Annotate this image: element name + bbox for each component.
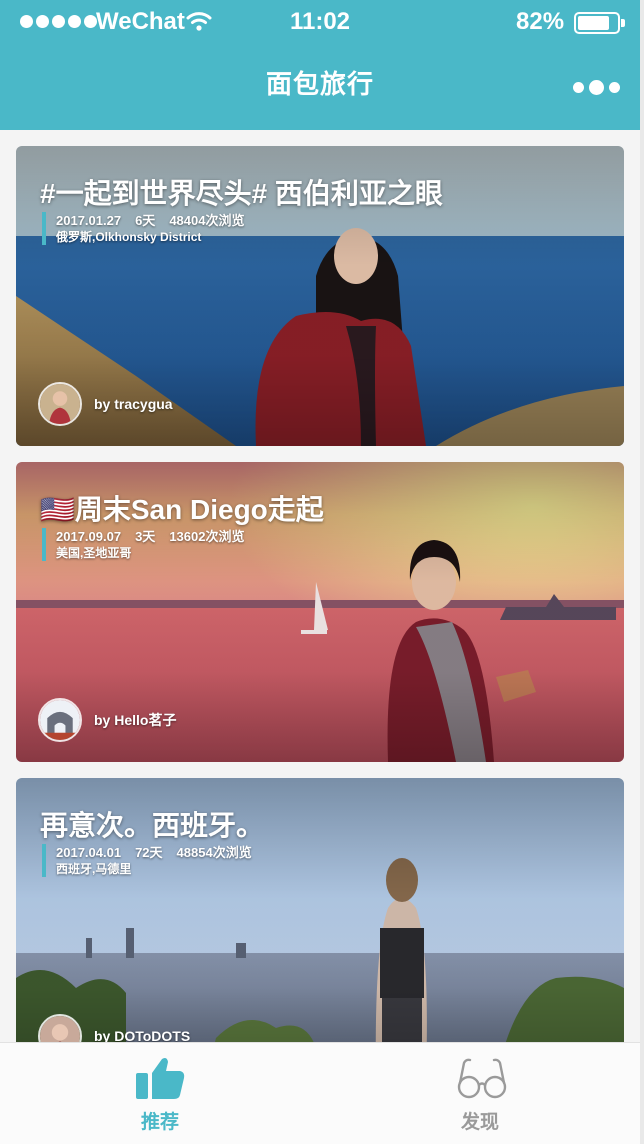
trip-days: 3天 bbox=[135, 529, 156, 544]
tab-label: 发现 bbox=[460, 1112, 499, 1133]
trip-views: 13602次浏览 bbox=[169, 529, 245, 544]
trip-title: 🇺🇸周末San Diego走起 bbox=[40, 494, 324, 525]
avatar bbox=[38, 1014, 82, 1042]
tab-bar: 推荐 发现 bbox=[0, 1042, 640, 1144]
trip-meta: 2017.04.01 72天 48854次浏览 西班牙,马德里 bbox=[42, 844, 266, 877]
tab-discover[interactable]: 发现 bbox=[320, 1043, 640, 1143]
avatar bbox=[38, 382, 82, 426]
trip-views: 48404次浏览 bbox=[169, 213, 245, 228]
battery-icon bbox=[574, 12, 625, 34]
trip-location: 西班牙,马德里 bbox=[56, 862, 132, 876]
author-name: by Hello茗子 bbox=[94, 712, 177, 728]
avatar bbox=[38, 698, 82, 742]
top-bar: WeChat 11:02 82% 面包旅行 bbox=[0, 0, 640, 130]
trip-meta: 2017.01.27 6天 48404次浏览 俄罗斯,Olkhonsky Distr… bbox=[42, 212, 258, 245]
author-name: by DOToDOTS bbox=[94, 1028, 191, 1042]
glasses-icon bbox=[457, 1058, 507, 1099]
more-dots-icon bbox=[572, 81, 584, 93]
trip-author[interactable]: by DOToDOTS bbox=[38, 1014, 190, 1042]
trip-location: 美国,圣地亚哥 bbox=[56, 546, 132, 560]
status-bar: WeChat 11:02 82% bbox=[0, 0, 640, 44]
tab-recommend[interactable]: 推荐 bbox=[0, 1043, 320, 1143]
battery-percent: 82% bbox=[516, 8, 565, 35]
app-screen: WeChat 11:02 82% 面包旅行 #一起到世界尽头# 西伯利亚之眼 2… bbox=[0, 0, 640, 1144]
trip-location: 俄罗斯,Olkhonsky District bbox=[56, 230, 202, 244]
trip-views: 48854次浏览 bbox=[176, 845, 252, 860]
trip-author[interactable]: by Hello茗子 bbox=[38, 698, 176, 742]
trip-card[interactable]: #一起到世界尽头# 西伯利亚之眼 2017.01.27 6天 48404次浏览 俄罗… bbox=[16, 146, 624, 446]
trip-date: 2017.04.01 bbox=[56, 845, 122, 860]
trip-title: #一起到世界尽头# 西伯利亚之眼 bbox=[40, 178, 443, 209]
trip-date: 2017.09.07 bbox=[56, 529, 122, 544]
tab-label: 推荐 bbox=[140, 1112, 179, 1133]
trip-days: 6天 bbox=[135, 213, 156, 228]
trip-meta: 2017.09.07 3天 13602次浏览 美国,圣地亚哥 bbox=[42, 528, 258, 561]
trip-card[interactable]: 🇺🇸周末San Diego走起 2017.09.07 3天 13602次浏览 美国,… bbox=[16, 462, 624, 762]
trip-date: 2017.01.27 bbox=[56, 213, 122, 228]
trip-days: 72天 bbox=[135, 845, 163, 860]
trip-author[interactable]: by tracygua bbox=[38, 382, 173, 426]
trip-title: 再意次。西班牙。 bbox=[40, 810, 265, 841]
thumbs-up-icon bbox=[136, 1058, 185, 1099]
trip-card[interactable]: 再意次。西班牙。 2017.04.01 72天 48854次浏览 西班牙,马德里 b… bbox=[16, 778, 624, 1042]
trip-feed[interactable]: #一起到世界尽头# 西伯利亚之眼 2017.01.27 6天 48404次浏览 俄罗… bbox=[0, 130, 640, 1042]
more-menu-button[interactable] bbox=[568, 70, 624, 104]
author-name: by tracygua bbox=[94, 396, 173, 412]
page-title: 面包旅行 bbox=[265, 69, 374, 99]
